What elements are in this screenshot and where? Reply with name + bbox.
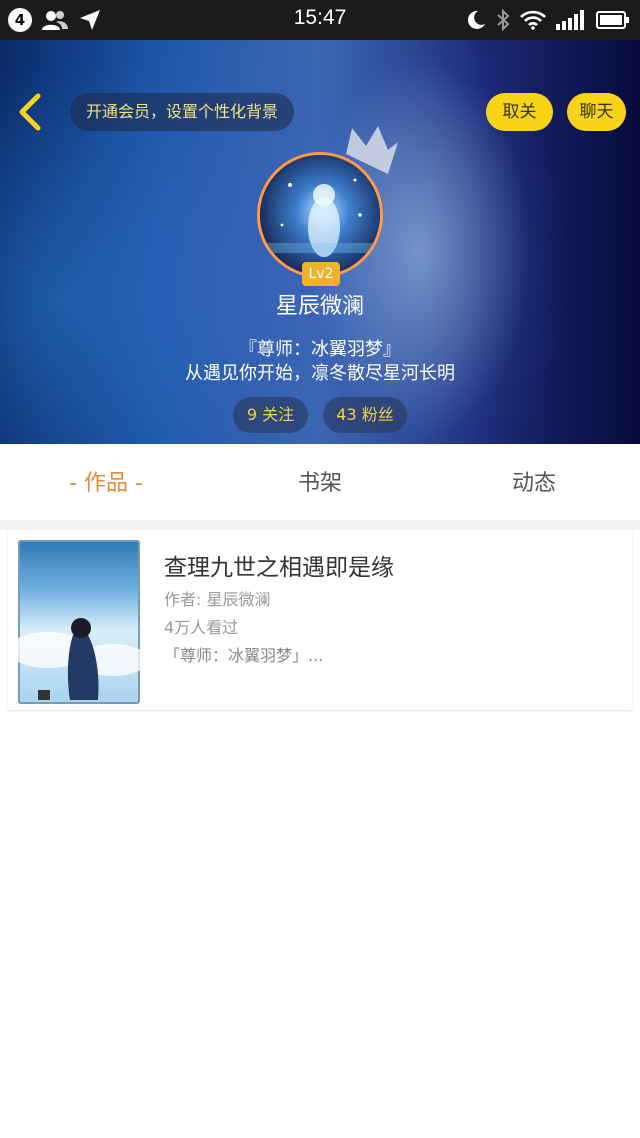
book-author: 作者: 星辰微澜: [164, 590, 271, 609]
moon-icon: [467, 10, 485, 29]
avatar[interactable]: [257, 152, 383, 278]
tab-bookshelf[interactable]: 书架: [250, 444, 390, 520]
cover-illustration: [18, 618, 140, 700]
unfollow-button[interactable]: 取关: [486, 93, 553, 131]
chat-button[interactable]: 聊天: [567, 93, 626, 131]
profile-header: 开通会员，设置个性化背景 取关 聊天 Lv2 星辰微澜 『尊师：冰翼羽梦』 从遇…: [0, 40, 640, 444]
wifi-icon: [520, 10, 546, 30]
book-view-count: 4万人看过: [164, 618, 239, 637]
tab-feed[interactable]: 动态: [464, 444, 604, 520]
bluetooth-icon: [497, 8, 510, 32]
following-count-button[interactable]: 9 关注: [233, 397, 308, 433]
profile-tabs: - 作品 - 书架 动态: [0, 444, 640, 520]
book-cover-image[interactable]: [18, 540, 140, 704]
status-right-icons: [464, 8, 630, 32]
avatar-image: [260, 155, 380, 275]
level-badge: Lv2: [302, 262, 340, 286]
battery-icon: [596, 11, 629, 29]
signal-icon: [556, 10, 584, 30]
vip-background-banner[interactable]: 开通会员，设置个性化背景: [70, 93, 295, 131]
book-title[interactable]: 查理九世之相遇即是缘: [164, 548, 394, 582]
nickname: 星辰微澜: [275, 294, 364, 319]
book-card[interactable]: 查理九世之相遇即是缘 作者: 星辰微澜 4万人看过 「尊师：冰翼羽梦」...: [8, 530, 632, 710]
tab-works[interactable]: - 作品 -: [40, 444, 172, 520]
back-arrow-icon[interactable]: [12, 90, 48, 134]
section-divider: [0, 520, 640, 530]
status-bar: 4 15:47: [0, 0, 640, 40]
book-description: 「尊师：冰翼羽梦」...: [164, 646, 324, 665]
followers-count-button[interactable]: 43 粉丝: [323, 397, 407, 433]
bio-line-1: 『尊师：冰翼羽梦』: [239, 339, 401, 360]
bio-line-2: 从遇见你开始，凛冬散尽星河长明: [185, 363, 455, 384]
